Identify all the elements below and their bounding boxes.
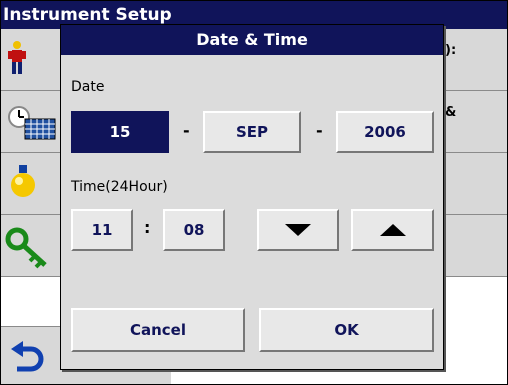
decrement-button[interactable]	[257, 209, 339, 251]
arrow-up-icon	[379, 224, 406, 236]
dialog-title: Date & Time	[61, 25, 443, 55]
date-label: Date	[71, 79, 105, 95]
time-label: Time(24Hour)	[71, 179, 168, 195]
lamp-icon	[11, 165, 35, 197]
operator-id-icon	[8, 41, 26, 74]
year-field[interactable]: 2006	[336, 111, 434, 153]
password-button[interactable]	[1, 215, 61, 277]
date-separator-2: -	[316, 121, 323, 140]
password-key-icon	[5, 227, 47, 269]
arrow-down-icon	[285, 224, 311, 236]
day-field[interactable]: 15	[71, 111, 169, 153]
hour-field[interactable]: 11	[71, 209, 133, 251]
background-row-4[interactable]	[441, 215, 507, 277]
operator-id-button[interactable]	[1, 29, 61, 91]
date-separator-1: -	[183, 121, 190, 140]
date-time-button[interactable]	[1, 91, 61, 153]
back-arrow-icon	[11, 341, 44, 372]
time-separator: :	[144, 218, 151, 237]
cancel-button[interactable]: Cancel	[71, 308, 245, 352]
date-time-icon	[8, 106, 56, 140]
background-row-3[interactable]	[441, 153, 507, 215]
background-row-2[interactable]: &	[441, 91, 507, 153]
ok-button[interactable]: OK	[259, 308, 434, 352]
date-time-dialog: Date & Time Date 15 - SEP - 2006 Time(24…	[60, 24, 444, 370]
background-row-1[interactable]: ):	[441, 29, 507, 91]
lamp-button[interactable]	[1, 153, 61, 215]
minute-field[interactable]: 08	[163, 209, 225, 251]
month-field[interactable]: SEP	[203, 111, 301, 153]
increment-button[interactable]	[351, 209, 434, 251]
